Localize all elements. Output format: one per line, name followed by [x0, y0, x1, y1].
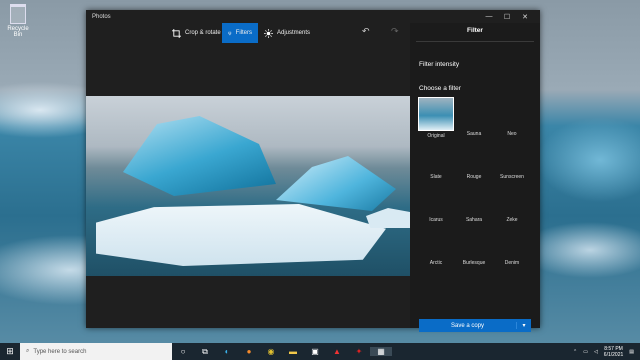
crop-rotate-label: Crop & rotate — [185, 30, 221, 36]
filter-label: Rouge — [466, 174, 482, 180]
clock[interactable]: 8:57 PM 6/1/2021 — [604, 346, 623, 358]
divider — [416, 41, 534, 42]
task-view-icon[interactable]: ⧉ — [194, 347, 216, 357]
notification-icon[interactable]: ▤ — [629, 349, 634, 355]
taskbar-search-box[interactable]: ⌕ Type here to search — [20, 343, 172, 360]
store-icon[interactable]: ▣ — [304, 347, 326, 356]
filter-original[interactable]: Original — [418, 97, 454, 139]
maximize-button[interactable]: ☐ — [498, 13, 516, 21]
filter-sunscreen[interactable]: Sunscreen — [494, 140, 530, 180]
save-copy-button[interactable]: Save a copy ▾ — [419, 319, 531, 332]
filter-label: Neo — [507, 131, 517, 137]
ice-floe-shape — [366, 208, 410, 228]
cortana-icon[interactable]: ○ — [172, 347, 194, 356]
adjustments-label: Adjustments — [277, 30, 311, 36]
filter-label: Sauna — [466, 131, 482, 137]
filter-label: Arctic — [429, 260, 443, 266]
filter-thumbnail — [495, 226, 529, 258]
filter-label: Slate — [430, 174, 442, 180]
system-tray: ⌃ ▭ ◁ 8:57 PM 6/1/2021 ▤ — [573, 343, 634, 360]
network-icon[interactable]: ▭ — [583, 349, 588, 355]
adjustments-tab[interactable]: Adjustments — [258, 23, 316, 43]
acrobat-icon[interactable]: ✦ — [348, 347, 370, 356]
filter-thumbnail — [495, 140, 529, 172]
filter-thumbnail — [419, 226, 453, 258]
panel-title: Filter — [467, 27, 483, 34]
filters-tab[interactable]: Filters — [222, 23, 258, 43]
volume-icon[interactable]: ◁ — [594, 349, 598, 355]
undo-icon[interactable]: ↶ — [362, 26, 370, 37]
search-placeholder: Type here to search — [33, 348, 87, 355]
filter-sauna[interactable]: Sauna — [456, 97, 492, 137]
clock-date: 6/1/2021 — [603, 351, 624, 358]
photo-preview[interactable] — [86, 96, 410, 276]
filter-label: Zeke — [506, 217, 518, 223]
search-icon: ⌕ — [26, 348, 30, 354]
filter-arctic[interactable]: Arctic — [418, 226, 454, 266]
filter-panel: Filter Filter intensity Choose a filter … — [410, 23, 540, 332]
filter-label: Sahara — [465, 217, 483, 223]
choose-filter-label: Choose a filter — [419, 85, 461, 92]
crop-rotate-tab[interactable]: Crop & rotate — [166, 23, 227, 43]
iceberg-shape — [123, 116, 276, 196]
file-explorer-icon[interactable]: ▬ — [282, 347, 304, 356]
filter-icon — [228, 31, 232, 35]
filter-thumbnail — [457, 97, 491, 129]
chevron-down-icon[interactable]: ▾ — [516, 322, 531, 329]
iceberg-shape — [276, 156, 396, 211]
crop-icon — [172, 28, 181, 38]
chevron-up-icon[interactable]: ⌃ — [573, 349, 577, 355]
filter-sahara[interactable]: Sahara — [456, 183, 492, 223]
edge-icon[interactable]: ◐ — [216, 347, 238, 356]
filter-thumbnail — [495, 97, 529, 129]
clock-time: 8:57 PM — [604, 345, 623, 352]
window-title: Photos — [92, 13, 111, 20]
filter-label: Original — [427, 133, 445, 139]
filter-label: Sunscreen — [500, 174, 524, 180]
firefox-icon[interactable]: ● — [238, 347, 260, 356]
close-button[interactable]: ✕ — [516, 13, 534, 21]
sun-icon — [264, 28, 273, 38]
chrome-icon[interactable]: ◉ — [260, 347, 282, 356]
recycle-bin-label: Recycle Bin — [7, 26, 29, 38]
filter-thumbnail — [418, 97, 454, 131]
redo-icon[interactable]: ↷ — [391, 26, 399, 37]
filter-label: Denim — [504, 260, 520, 266]
image-canvas — [86, 51, 410, 328]
filter-label: Burlesque — [462, 260, 486, 266]
recycle-bin-icon — [10, 4, 26, 24]
filter-burlesque[interactable]: Burlesque — [456, 226, 492, 266]
windows-start-icon[interactable]: ⊞ — [0, 346, 20, 357]
filter-thumbnail — [457, 183, 491, 215]
filter-thumbnail — [457, 140, 491, 172]
save-copy-label: Save a copy — [450, 322, 485, 329]
filters-label: Filters — [235, 30, 252, 36]
edit-toolbar: Crop & rotate Filters Adjustments ↶ ↷ — [86, 23, 410, 51]
filter-thumbnail — [457, 226, 491, 258]
ice-floe-shape — [96, 204, 386, 266]
filter-slate[interactable]: Slate — [418, 140, 454, 180]
filter-zeke[interactable]: Zeke — [494, 183, 530, 223]
filter-thumbnail — [419, 183, 453, 215]
filter-label: Icarus — [429, 217, 443, 223]
recycle-bin-shortcut[interactable]: Recycle Bin — [4, 4, 32, 38]
filter-denim[interactable]: Denim — [494, 226, 530, 266]
taskbar: ⊞ ⌕ Type here to search ○ ⧉ ◐ ● ◉ ▬ ▣ ▲ … — [0, 343, 640, 360]
filter-thumbnail — [419, 140, 453, 172]
filter-icarus[interactable]: Icarus — [418, 183, 454, 223]
filter-neo[interactable]: Neo — [494, 97, 530, 137]
title-bar: Photos — ☐ ✕ — [86, 10, 540, 23]
photos-taskbar-icon[interactable]: ▦ — [370, 347, 392, 356]
minimize-button[interactable]: — — [480, 13, 498, 20]
filter-thumbnail — [495, 183, 529, 215]
photos-window: Photos — ☐ ✕ Crop & rotate Filters Adjus… — [86, 10, 540, 332]
filter-rouge[interactable]: Rouge — [456, 140, 492, 180]
filter-intensity-label: Filter intensity — [419, 61, 460, 68]
acrobat-icon[interactable]: ▲ — [326, 347, 348, 356]
